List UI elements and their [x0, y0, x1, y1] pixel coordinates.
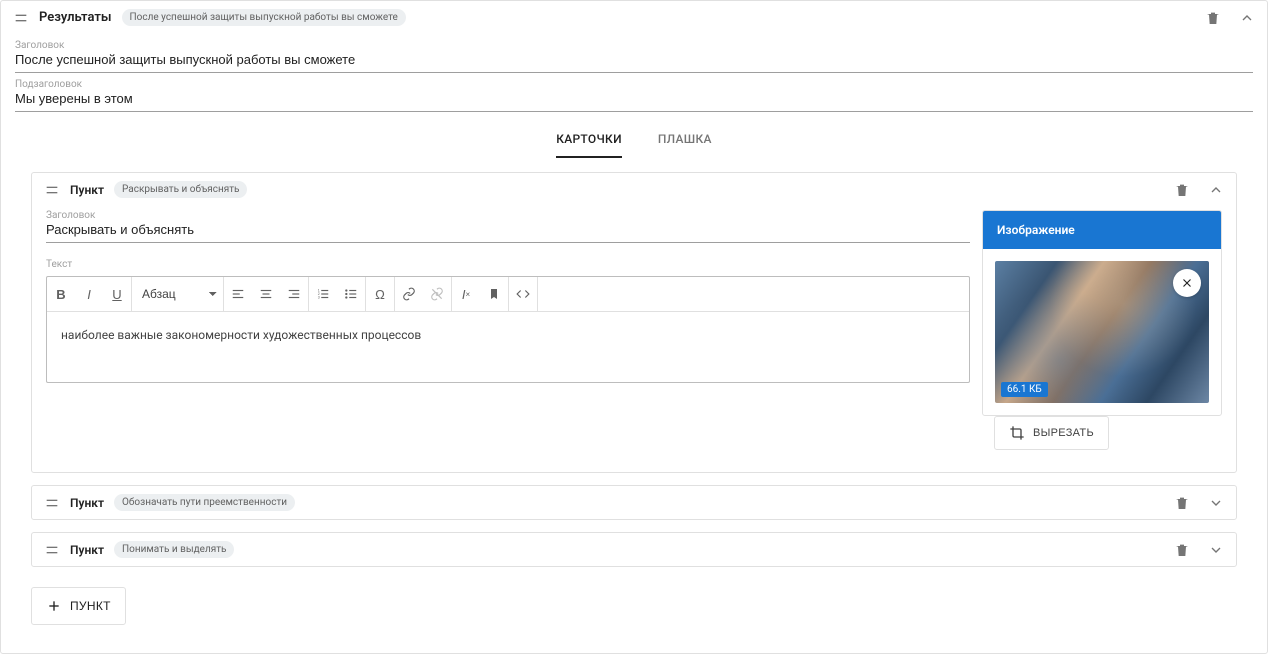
tabs: КАРТОЧКИ ПЛАШКА [15, 132, 1253, 158]
tab-plate[interactable]: ПЛАШКА [658, 132, 712, 158]
unlink-button[interactable] [423, 277, 451, 311]
remove-image-button[interactable] [1173, 269, 1201, 297]
plus-icon [46, 598, 62, 614]
subheading-field[interactable]: Подзаголовок [15, 79, 1253, 112]
clear-format-button[interactable]: I× [452, 277, 480, 311]
card-heading-label: Заголовок [46, 210, 970, 221]
delete-section-button[interactable] [1205, 10, 1221, 26]
card-collapsed: Пункт Обозначать пути преемственности [31, 485, 1237, 520]
underline-button[interactable]: U [103, 277, 131, 311]
card-label: Пункт [70, 496, 104, 510]
add-point-button[interactable]: ПУНКТ [31, 587, 126, 625]
cards-container: Пункт Раскрывать и объяснять Заголовок [15, 172, 1253, 567]
section-body: Заголовок Подзаголовок КАРТОЧКИ ПЛАШКА П… [1, 40, 1267, 653]
drag-handle-icon[interactable] [44, 182, 60, 198]
drag-handle-icon[interactable] [13, 10, 29, 26]
section-header: Результаты После успешной защиты выпускн… [1, 1, 1267, 34]
paragraph-select[interactable]: Абзац [132, 277, 224, 311]
bookmark-button[interactable] [480, 277, 508, 311]
expand-card-button[interactable] [1208, 495, 1224, 511]
card-pill: Раскрывать и объяснять [114, 181, 247, 198]
align-center-button[interactable] [252, 277, 280, 311]
subheading-label: Подзаголовок [15, 79, 1253, 90]
image-panel: Изображение 66.1 КБ [982, 210, 1222, 416]
card-body: Заголовок Текст B I U [32, 206, 1236, 472]
card-heading-input[interactable] [46, 222, 970, 237]
card-header: Пункт Раскрывать и объяснять [32, 173, 1236, 206]
crop-button[interactable]: ВЫРЕЗАТЬ [994, 416, 1109, 450]
card-label: Пункт [70, 543, 104, 557]
section-title: Результаты [39, 10, 112, 25]
text-label: Текст [46, 259, 970, 270]
delete-card-button[interactable] [1174, 182, 1190, 198]
special-char-button[interactable]: Ω [366, 277, 394, 311]
drag-handle-icon[interactable] [44, 495, 60, 511]
heading-label: Заголовок [15, 40, 1253, 51]
rich-text-editor: B I U Абзац [46, 276, 970, 383]
svg-text:3: 3 [318, 296, 320, 300]
crop-icon [1009, 425, 1025, 441]
collapse-section-button[interactable] [1239, 10, 1255, 26]
image-size-badge: 66.1 КБ [1001, 382, 1048, 397]
expand-card-button[interactable] [1208, 542, 1224, 558]
card-expanded: Пункт Раскрывать и объяснять Заголовок [31, 172, 1237, 473]
bold-button[interactable]: B [47, 277, 75, 311]
rte-content[interactable]: наиболее важные закономерности художеств… [47, 312, 969, 382]
card-heading-field[interactable]: Заголовок [46, 210, 970, 243]
card-pill: Понимать и выделять [114, 541, 234, 558]
collapse-card-button[interactable] [1208, 182, 1224, 198]
align-left-button[interactable] [224, 277, 252, 311]
ordered-list-button[interactable]: 123 [309, 277, 337, 311]
unordered-list-button[interactable] [337, 277, 365, 311]
heading-field[interactable]: Заголовок [15, 40, 1253, 73]
link-button[interactable] [395, 277, 423, 311]
italic-button[interactable]: I [75, 277, 103, 311]
align-right-button[interactable] [280, 277, 308, 311]
card-pill: Обозначать пути преемственности [114, 494, 295, 511]
tab-cards[interactable]: КАРТОЧКИ [556, 132, 622, 158]
drag-handle-icon[interactable] [44, 542, 60, 558]
image-thumbnail: 66.1 КБ [995, 261, 1209, 403]
card-label: Пункт [70, 183, 104, 197]
card-collapsed: Пункт Понимать и выделять [31, 532, 1237, 567]
subheading-input[interactable] [15, 91, 1253, 106]
code-view-button[interactable] [509, 277, 537, 311]
rte-toolbar: B I U Абзац [47, 277, 969, 312]
results-section: Результаты После успешной защиты выпускн… [0, 0, 1268, 654]
delete-card-button[interactable] [1174, 495, 1190, 511]
delete-card-button[interactable] [1174, 542, 1190, 558]
section-pill: После успешной защиты выпускной работы в… [122, 9, 406, 26]
image-panel-title: Изображение [983, 211, 1221, 249]
heading-input[interactable] [15, 52, 1253, 67]
